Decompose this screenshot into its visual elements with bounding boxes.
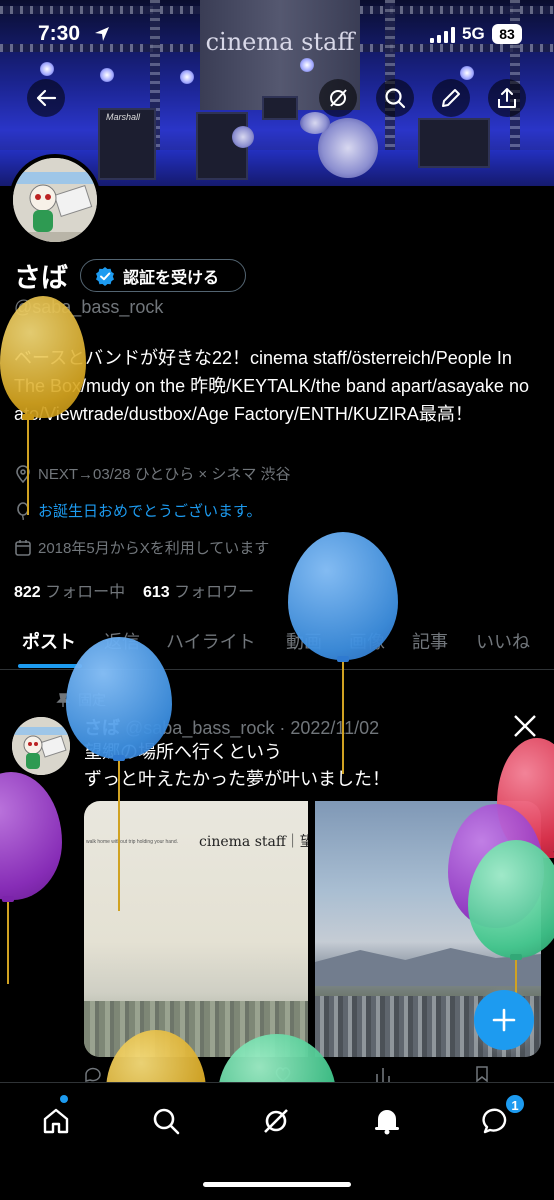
stage-light xyxy=(300,58,314,72)
reply-icon[interactable] xyxy=(84,1066,102,1082)
messages-badge: 1 xyxy=(504,1093,526,1115)
profile-bio: ベースとバンドが好きな22！cinema staff/österreich/Pe… xyxy=(14,348,529,424)
search-button[interactable] xyxy=(376,79,414,117)
follow-stats: 822 フォロー中 613 フォロワー xyxy=(14,578,254,602)
bell-icon xyxy=(375,1110,399,1135)
birthday-balloon-purple xyxy=(0,772,62,984)
profile-joined: 2018年5月からXを利用しています xyxy=(14,537,269,558)
location-icon xyxy=(16,464,30,483)
nav-home[interactable] xyxy=(36,1101,76,1141)
search-icon xyxy=(153,1108,180,1135)
get-verified-label: 認証を受ける xyxy=(123,269,220,287)
snare-drum xyxy=(232,126,254,148)
network-type: 5G xyxy=(462,24,485,43)
back-arrow-icon xyxy=(36,89,57,107)
nav-notifications[interactable] xyxy=(367,1101,407,1141)
followers-link[interactable]: 613 フォロワー xyxy=(143,584,254,601)
post-text-line: ずっと叶えたかった夢が叶いました！ xyxy=(84,769,390,789)
birthday-balloon-blue xyxy=(66,637,172,911)
followers-label: フォロワー xyxy=(174,584,255,601)
compose-post-button[interactable] xyxy=(474,990,534,1050)
post-avatar-image xyxy=(12,717,70,775)
grok-button[interactable] xyxy=(319,79,357,117)
balloon-icon xyxy=(17,501,29,520)
amp-right xyxy=(418,118,490,168)
following-count: 822 xyxy=(14,584,41,601)
bookmark-icon[interactable] xyxy=(474,1066,490,1082)
nav-search[interactable] xyxy=(146,1101,186,1141)
avatar-image xyxy=(13,158,97,242)
home-notification-dot xyxy=(60,1095,68,1103)
stage-light xyxy=(460,66,474,80)
post-avatar[interactable] xyxy=(12,717,70,775)
profile-avatar[interactable] xyxy=(9,154,101,246)
following-label: フォロー中 xyxy=(45,584,126,601)
birthday-text: お誕生日おめでとうございます。 xyxy=(38,503,262,520)
birthday-balloon-green xyxy=(468,840,554,1000)
calendar-icon xyxy=(15,539,31,556)
edit-icon xyxy=(442,89,460,107)
stage-light xyxy=(40,62,54,76)
views-icon[interactable] xyxy=(374,1066,392,1082)
birthday-balloon-yellow xyxy=(0,296,86,515)
battery-level: 83 xyxy=(492,24,522,44)
status-time: 7:30 xyxy=(38,22,81,45)
following-link[interactable]: 822 フォロー中 xyxy=(14,584,125,601)
nav-grok[interactable] xyxy=(256,1101,296,1141)
grok-icon xyxy=(264,1109,288,1133)
amp-label: Marshall xyxy=(106,112,141,122)
followers-count: 613 xyxy=(142,584,170,601)
tab-likes[interactable]: いいね xyxy=(476,628,530,654)
tab-highlights[interactable]: ハイライト xyxy=(166,628,256,654)
verified-badge-icon xyxy=(96,266,114,286)
home-indicator xyxy=(203,1182,351,1187)
profile-birthday[interactable]: お誕生日おめでとうございます。 xyxy=(14,500,262,521)
share-icon xyxy=(498,88,516,108)
amp-head xyxy=(262,96,298,120)
location-arrow-icon xyxy=(95,27,109,41)
share-button[interactable] xyxy=(488,79,526,117)
home-icon xyxy=(43,1108,69,1134)
birthday-balloon-blue xyxy=(288,532,398,774)
image-title: cinema staff｜望 xyxy=(199,834,308,850)
back-button[interactable] xyxy=(27,79,65,117)
plus-icon xyxy=(492,1008,516,1032)
status-bar: 7:30 5G 83 xyxy=(0,20,554,50)
location-text: NEXT→03/28 ひとひら × シネマ 渋谷 xyxy=(38,466,291,483)
get-verified-button[interactable]: 認証を受ける xyxy=(80,259,246,292)
post-date: · 2022/11/02 xyxy=(279,718,380,738)
grok-icon xyxy=(330,89,347,107)
profile-name: さば xyxy=(14,263,68,293)
stage-light xyxy=(180,70,194,84)
tom-drum xyxy=(300,112,330,134)
joined-text: 2018年5月からXを利用しています xyxy=(38,540,270,557)
stage-light xyxy=(100,68,114,82)
search-icon xyxy=(385,88,406,109)
cellular-signal-icon xyxy=(430,27,455,43)
profile-location: NEXT→03/28 ひとひら × シネマ 渋谷 xyxy=(14,463,291,484)
image-caption-small: walk home without trip holding your hand… xyxy=(86,839,178,845)
x-logo-icon xyxy=(514,715,536,737)
edit-button[interactable] xyxy=(432,79,470,117)
tab-articles[interactable]: 記事 xyxy=(412,628,448,654)
